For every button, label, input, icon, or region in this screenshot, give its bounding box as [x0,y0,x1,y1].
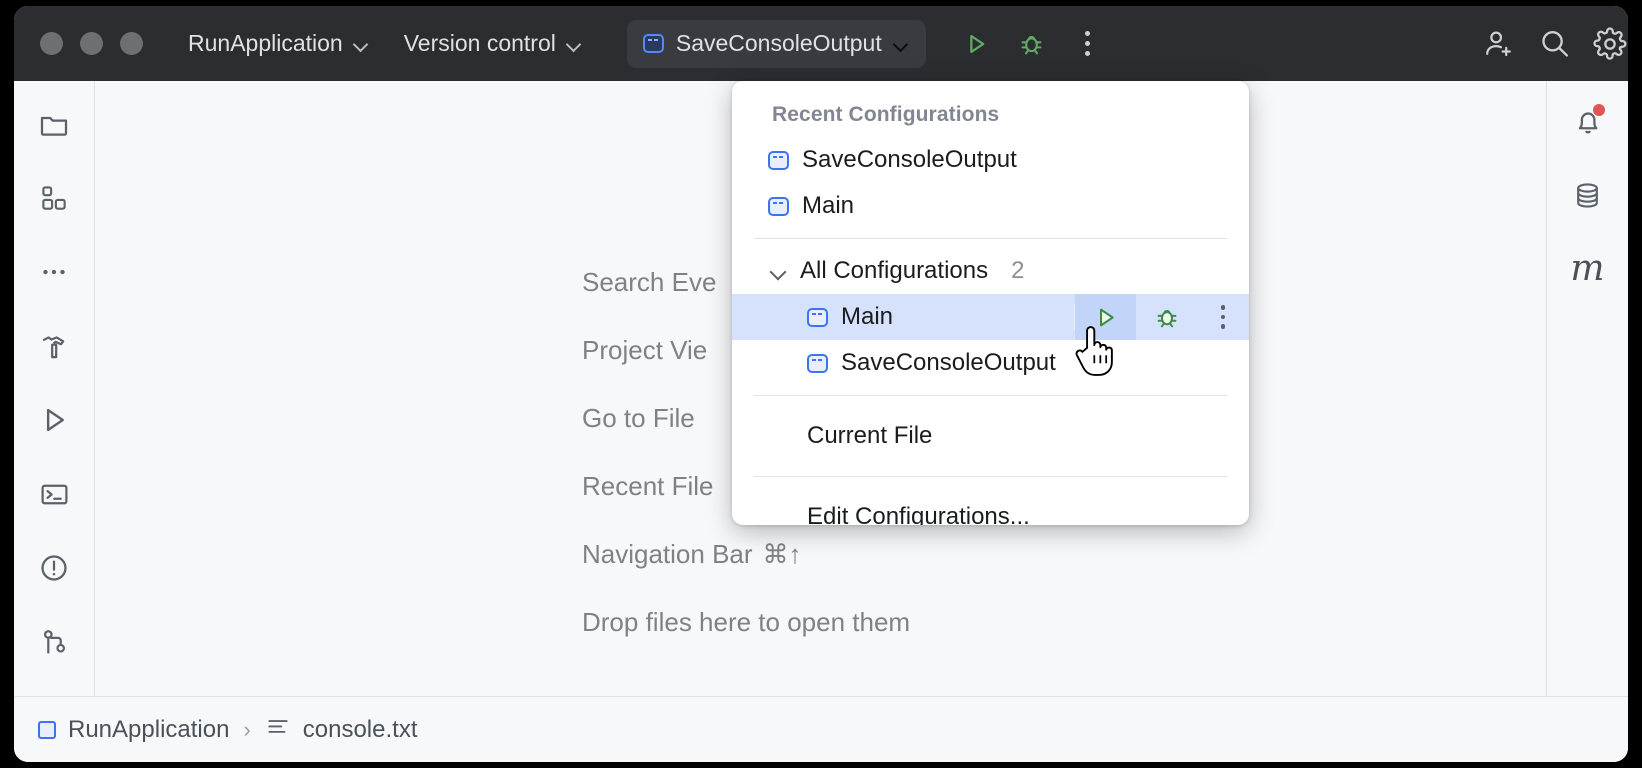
current-file-item[interactable]: Current File [732,405,1249,467]
breadcrumb-project[interactable]: RunApplication [38,716,229,744]
divider [754,395,1227,396]
run-configuration-label: SaveConsoleOutput [676,30,882,57]
project-menu[interactable]: RunApplication [188,30,368,57]
list-item-label: SaveConsoleOutput [802,146,1017,174]
config-row-save-console-output[interactable]: SaveConsoleOutput [732,340,1249,386]
mouse-cursor-pointing-hand [1069,321,1121,388]
traffic-lights [40,32,143,55]
run-configuration-selector[interactable]: SaveConsoleOutput [627,20,926,68]
list-item-label: Main [841,303,893,331]
run-config-icon [807,354,828,373]
settings-button[interactable] [1582,16,1628,72]
sidebar-item-database[interactable] [1560,167,1616,223]
sidebar-item-more[interactable] [26,244,82,300]
list-item-label: Main [802,192,854,220]
run-config-icon [807,308,828,327]
hint-label: Search Eve [582,267,716,298]
search-button[interactable] [1526,16,1582,72]
breadcrumb-project-label: RunApplication [68,716,229,744]
sidebar-item-problems[interactable] [26,540,82,596]
divider [754,238,1227,239]
sidebar-item-run[interactable] [26,392,82,448]
chevron-down-icon [567,39,581,48]
recent-config-main[interactable]: Main [732,183,1249,229]
hint-label: Drop files here to open them [582,607,910,638]
run-config-icon [643,34,664,53]
edit-configurations-item[interactable]: Edit Configurations... [732,486,1249,525]
breadcrumb-file[interactable]: console.txt [265,714,418,745]
list-item-label: Edit Configurations... [807,503,1030,525]
row-debug-button[interactable] [1136,294,1197,340]
breadcrumb-file-label: console.txt [303,716,418,744]
divider [754,476,1227,477]
breadcrumb-separator: › [243,717,250,743]
list-item-label: SaveConsoleOutput [841,349,1056,377]
hint-shortcut: ⌘↑ [763,539,802,570]
ide-window: RunApplication Version control SaveConso… [14,6,1628,762]
run-config-icon [768,197,789,216]
text-file-icon [265,714,291,745]
left-tool-window-stripe [14,81,95,696]
title-bar: RunApplication Version control SaveConso… [14,6,1628,81]
debug-button[interactable] [1004,16,1060,72]
recent-configurations-title: Recent Configurations [732,81,1249,137]
chevron-down-icon [894,39,908,48]
chevron-down-icon [770,266,786,276]
project-icon [38,721,56,739]
run-button[interactable] [948,16,1004,72]
sidebar-item-project[interactable] [26,96,82,152]
hint-label: Recent File [582,471,714,502]
notification-badge [1593,104,1605,116]
sidebar-item-version-control[interactable] [26,614,82,670]
group-count: 2 [1011,257,1024,285]
sidebar-item-build[interactable] [26,318,82,374]
recent-config-save-console-output[interactable]: SaveConsoleOutput [732,137,1249,183]
more-vertical-icon [1221,305,1226,329]
vcs-menu[interactable]: Version control [404,30,581,57]
right-tool-window-stripe: m [1546,81,1628,696]
close-button[interactable] [40,32,63,55]
hint-drop-files: Drop files here to open them [582,588,910,656]
hint-label: Navigation Bar [582,539,753,570]
sidebar-item-notifications[interactable] [1560,93,1616,149]
chevron-down-icon [354,39,368,48]
group-label: All Configurations [800,257,988,285]
run-config-icon [768,151,789,170]
all-configurations-group[interactable]: All Configurations 2 [732,248,1249,294]
row-more-button[interactable] [1197,294,1249,340]
list-item-label: Current File [807,422,932,450]
more-vertical-icon [1085,31,1090,56]
config-row-main[interactable]: Main [732,294,1249,340]
run-configurations-popup: Recent Configurations SaveConsoleOutput … [732,81,1249,525]
project-menu-label: RunApplication [188,30,343,57]
status-bar: RunApplication › console.txt [14,696,1628,762]
sidebar-item-structure[interactable] [26,170,82,226]
more-actions-button[interactable] [1060,16,1116,72]
sidebar-item-maven[interactable]: m [1560,241,1616,297]
hint-navigation-bar: Navigation Bar ⌘↑ [582,520,910,588]
sidebar-item-terminal[interactable] [26,466,82,522]
title-bar-right-actions [1470,6,1628,81]
run-toolbar-actions [948,16,1116,72]
add-user-button[interactable] [1470,16,1526,72]
vcs-menu-label: Version control [404,30,556,57]
hint-label: Project Vie [582,335,707,366]
minimize-button[interactable] [80,32,103,55]
zoom-button[interactable] [120,32,143,55]
maven-m-icon: m [1570,251,1604,287]
hint-label: Go to File [582,403,695,434]
